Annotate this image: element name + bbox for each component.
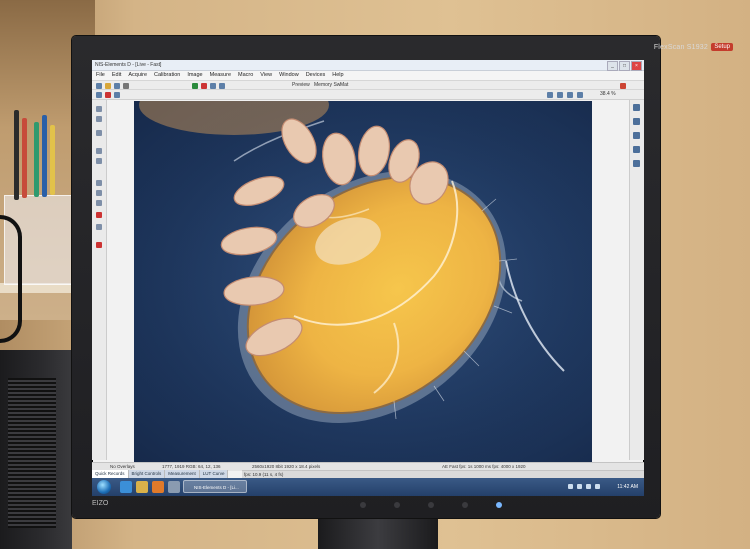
ie-icon[interactable]: [120, 481, 132, 493]
menu-file[interactable]: File: [96, 71, 105, 80]
menu-macro[interactable]: Macro: [238, 71, 253, 80]
pen: [34, 122, 39, 197]
menu-acquire[interactable]: Acquire: [128, 71, 147, 80]
tab-quick-records[interactable]: Quick Records: [92, 470, 129, 478]
app-titlebar: NIS-Elements D - [Live - Fast] _ □ ×: [92, 60, 644, 71]
right-toolbar: [629, 100, 644, 460]
toolbar-mat[interactable]: Mat: [340, 81, 348, 90]
zoom-tool-icon[interactable]: [105, 92, 111, 98]
tab-lut-curve[interactable]: LUT Curve: [199, 470, 229, 478]
live-icon[interactable]: [192, 83, 198, 89]
scale-tool-icon[interactable]: [96, 200, 102, 206]
image-toolbar: 38.4 %: [92, 90, 644, 100]
monitor-setup-badge[interactable]: Setup: [711, 43, 733, 51]
roi-tool-icon[interactable]: [96, 130, 102, 136]
flag-icon[interactable]: [595, 484, 600, 489]
lut-icon[interactable]: [567, 92, 573, 98]
left-toolbar: [92, 100, 107, 460]
microscope-image[interactable]: [134, 101, 592, 463]
zoom-level[interactable]: 38.4 %: [600, 90, 616, 99]
power-button[interactable]: [496, 502, 502, 508]
line-tool-icon[interactable]: [96, 116, 102, 122]
menu-window[interactable]: Window: [279, 71, 299, 80]
clock[interactable]: 11:42 AM: [617, 478, 638, 496]
eraser-tool-icon[interactable]: [96, 224, 102, 230]
mite-specimen-photo: [134, 101, 592, 463]
network-icon[interactable]: [577, 484, 582, 489]
new-icon[interactable]: [96, 83, 102, 89]
settings-icon[interactable]: [210, 83, 216, 89]
system-tray: [568, 484, 600, 489]
pan-icon[interactable]: [114, 92, 120, 98]
pen: [14, 110, 19, 200]
menubar: File Edit Acquire Calibration Image Meas…: [92, 71, 644, 80]
camera-icon[interactable]: [219, 83, 225, 89]
select-tool-icon[interactable]: [96, 106, 102, 112]
window-controls: _ □ ×: [607, 61, 642, 71]
crop-tool-icon[interactable]: [96, 190, 102, 196]
flag-tool-icon[interactable]: [96, 242, 102, 248]
monitor-button[interactable]: [394, 502, 400, 508]
measure-panel-icon[interactable]: [633, 146, 640, 153]
text-tool-icon[interactable]: [96, 180, 102, 186]
color-tool-icon[interactable]: [96, 212, 102, 218]
toolbar-memory[interactable]: Memory Sw: [314, 81, 340, 90]
menu-measure[interactable]: Measure: [210, 71, 231, 80]
monitor-model-label: FlexScan S1932: [653, 44, 708, 51]
taskbar: NIS-Elements D - [Li... 11:42 AM: [92, 478, 644, 496]
histogram-icon[interactable]: [557, 92, 563, 98]
layers-icon[interactable]: [633, 118, 640, 125]
main-toolbar: Preview Memory Sw Mat: [92, 80, 644, 90]
capture-icon[interactable]: [201, 83, 207, 89]
save-icon[interactable]: [114, 83, 120, 89]
menu-devices[interactable]: Devices: [306, 71, 326, 80]
tab-measurement[interactable]: Measurement: [165, 470, 200, 478]
explorer-icon[interactable]: [136, 481, 148, 493]
monitor-button[interactable]: [360, 502, 366, 508]
menu-edit[interactable]: Edit: [112, 71, 121, 80]
fit-icon[interactable]: [547, 92, 553, 98]
screen: NIS-Elements D - [Live - Fast] _ □ × Fil…: [92, 60, 644, 496]
cable: [0, 215, 22, 343]
toolbar-preview[interactable]: Preview: [292, 81, 310, 90]
panel-icon[interactable]: [633, 104, 640, 111]
monitor-button[interactable]: [462, 502, 468, 508]
channels-icon[interactable]: [633, 132, 640, 139]
menu-help[interactable]: Help: [332, 71, 343, 80]
pen: [50, 125, 55, 195]
monitor-brand-logo: EIZO: [92, 500, 109, 507]
grid-icon[interactable]: [577, 92, 583, 98]
app-title: NIS-Elements D - [Live - Fast]: [95, 62, 162, 68]
menu-image[interactable]: Image: [187, 71, 202, 80]
pen: [22, 118, 27, 198]
volume-icon[interactable]: [586, 484, 591, 489]
monitor-stand: [318, 515, 438, 549]
text-panel-icon[interactable]: [633, 160, 640, 167]
tab-bright-controls[interactable]: Bright Controls: [128, 470, 166, 478]
app-pin-icon[interactable]: [168, 481, 180, 493]
menu-view[interactable]: View: [260, 71, 272, 80]
close-icon[interactable]: ×: [631, 61, 642, 71]
menu-calibration[interactable]: Calibration: [154, 71, 180, 80]
open-icon[interactable]: [105, 83, 111, 89]
measure-tool-icon[interactable]: [96, 148, 102, 154]
media-icon[interactable]: [152, 481, 164, 493]
help-icon[interactable]: [620, 83, 626, 89]
taskbar-app-label: NIS-Elements D - [Li...: [194, 485, 239, 490]
start-button[interactable]: [97, 480, 111, 494]
panel-tabs: Quick Records Bright Controls Measuremen…: [92, 470, 229, 478]
pointer-icon[interactable]: [96, 92, 102, 98]
taskbar-app-button[interactable]: NIS-Elements D - [Li...: [183, 480, 247, 493]
pen: [42, 115, 47, 197]
monitor-buttons: [360, 502, 580, 508]
maximize-icon[interactable]: □: [619, 61, 630, 71]
annotate-tool-icon[interactable]: [96, 158, 102, 164]
print-icon[interactable]: [123, 83, 129, 89]
minimize-icon[interactable]: _: [607, 61, 618, 71]
tray-arrow-icon[interactable]: [568, 484, 573, 489]
tower-grill: [8, 378, 56, 528]
monitor-button[interactable]: [428, 502, 434, 508]
